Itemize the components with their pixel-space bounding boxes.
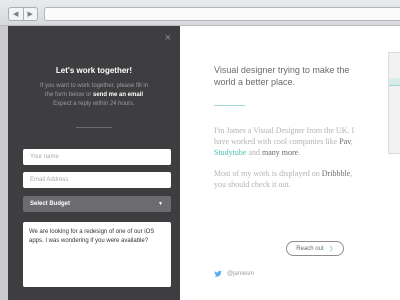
email-field[interactable]: Email Address xyxy=(23,172,171,188)
bio: I'm James a Visual Designer from the UK.… xyxy=(214,125,364,200)
card-accent-line xyxy=(389,85,400,86)
close-icon[interactable]: × xyxy=(165,33,171,44)
contact-panel: × Let's work together! If you want to wo… xyxy=(8,26,180,300)
back-button[interactable]: ◀ xyxy=(9,8,23,20)
contact-title: Let's work together! xyxy=(55,66,133,75)
reach-out-button[interactable]: Reach out ❯ xyxy=(286,241,344,256)
email-link[interactable]: send me an email xyxy=(93,92,143,98)
accent-rule xyxy=(214,105,245,106)
headline: Visual designer trying to make the world… xyxy=(214,65,350,87)
nav-buttons: ◀ ▶ xyxy=(8,7,38,21)
bio-paragraph-1: I'm James a Visual Designer from the UK.… xyxy=(214,126,355,157)
arrow-right-icon: ❯ xyxy=(328,246,334,252)
twitter-link[interactable]: @jamesm xyxy=(214,270,254,278)
twitter-handle: @jamesm xyxy=(227,271,255,277)
divider xyxy=(76,127,112,128)
message-textarea[interactable]: We are looking for a redesign of one of … xyxy=(23,222,171,287)
address-bar[interactable] xyxy=(44,7,400,21)
twitter-icon xyxy=(214,270,222,277)
name-field[interactable]: Your name xyxy=(23,149,171,165)
more-link[interactable]: many more xyxy=(262,148,298,157)
browser-toolbar: ◀ ▶ xyxy=(0,0,400,26)
forward-button[interactable]: ▶ xyxy=(22,8,38,20)
dribbble-link[interactable]: Dribbble xyxy=(322,169,350,178)
main-content: Visual designer trying to make the world… xyxy=(180,26,400,300)
bio-paragraph-2: Most of my work is displayed on Dribbble… xyxy=(214,169,353,189)
budget-select[interactable]: Select Budget ▼ xyxy=(23,196,171,212)
card-band xyxy=(389,78,400,85)
contact-intro: If you want to work together, please fil… xyxy=(39,83,149,107)
chevron-down-icon: ▼ xyxy=(158,201,163,207)
pav-link[interactable]: Pav xyxy=(339,137,350,146)
studytube-link[interactable]: Studytube xyxy=(214,148,246,157)
offscreen-card xyxy=(388,52,400,154)
